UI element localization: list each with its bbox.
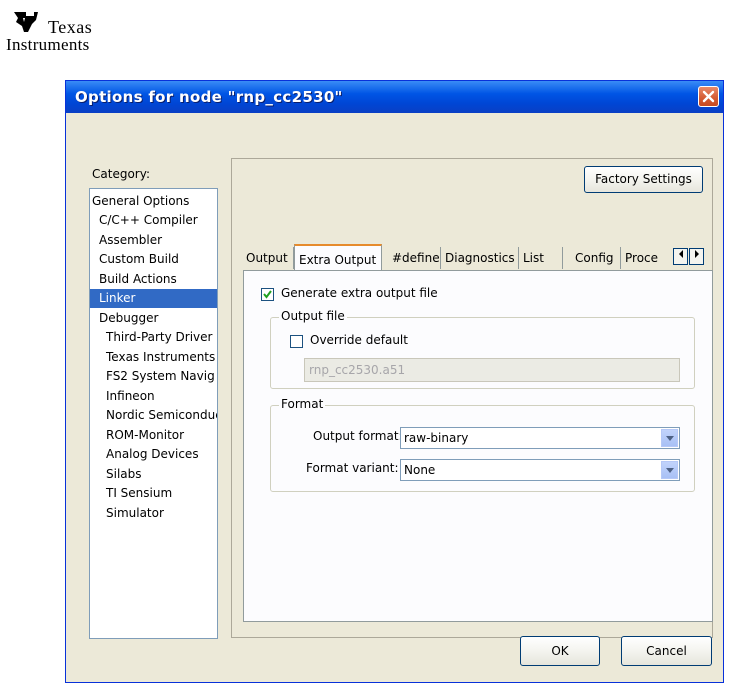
tab-diagnostics[interactable]: Diagnostics <box>441 247 519 269</box>
category-build-actions[interactable]: Build Actions <box>99 270 177 289</box>
logo-line-2: Instruments <box>6 35 90 54</box>
output-file-group-title: Output file <box>279 309 347 323</box>
category-third-party-driver[interactable]: Third-Party Driver <box>106 328 212 347</box>
dialog-title: Options for node "rnp_cc2530" <box>75 88 343 106</box>
chevron-down-icon <box>666 436 674 441</box>
arrow-right-icon <box>694 250 699 258</box>
category-c-compiler[interactable]: C/C++ Compiler <box>99 211 198 230</box>
tab-output[interactable]: Output <box>242 247 294 269</box>
category-analog-devices[interactable]: Analog Devices <box>106 445 199 464</box>
generate-extra-output-checkbox[interactable] <box>261 288 274 301</box>
category-list[interactable]: General Options C/C++ Compiler Assembler… <box>89 188 218 639</box>
close-button[interactable] <box>698 86 719 107</box>
category-texas-instruments[interactable]: Texas Instruments <box>106 348 215 367</box>
override-default-label[interactable]: Override default <box>310 333 408 347</box>
options-dialog: Options for node "rnp_cc2530" Category: … <box>65 80 724 683</box>
factory-settings-button[interactable]: Factory Settings <box>584 166 703 193</box>
format-group: Format Output format: raw-binary Format … <box>270 397 695 492</box>
ok-button[interactable]: OK <box>520 636 600 666</box>
close-icon <box>702 90 715 103</box>
tab-scroll-left-button[interactable] <box>673 248 688 265</box>
arrow-left-icon <box>678 250 683 258</box>
output-filename-field[interactable]: rnp_cc2530.a51 <box>304 358 680 382</box>
tab-define[interactable]: #define <box>388 247 441 269</box>
category-linker[interactable]: Linker <box>90 289 217 308</box>
dropdown-arrow-button[interactable] <box>661 461 678 479</box>
output-file-group: Output file Override default rnp_cc2530.… <box>270 309 695 389</box>
dropdown-arrow-button[interactable] <box>661 429 678 447</box>
extra-output-page: Generate extra output file Output file O… <box>243 270 713 622</box>
category-assembler[interactable]: Assembler <box>99 231 162 250</box>
category-nordic-semiconductor[interactable]: Nordic Semiconduc <box>106 406 217 425</box>
category-fs2-system-navigator[interactable]: FS2 System Navig <box>106 367 215 386</box>
category-rom-monitor[interactable]: ROM-Monitor <box>106 426 184 445</box>
category-infineon[interactable]: Infineon <box>106 387 155 406</box>
cancel-button[interactable]: Cancel <box>621 636 712 666</box>
logo-line-1: Texas <box>48 17 93 37</box>
generate-extra-output-label[interactable]: Generate extra output file <box>281 286 438 300</box>
output-format-value: raw-binary <box>404 431 469 445</box>
texas-instruments-logo: Texas Instruments <box>2 8 162 54</box>
chevron-down-icon <box>666 468 674 473</box>
format-variant-select[interactable]: None <box>400 459 680 481</box>
category-label: Category: <box>92 167 150 181</box>
tab-strip: Output #define Diagnostics List Config P… <box>242 244 712 271</box>
dialog-title-bar[interactable]: Options for node "rnp_cc2530" <box>66 81 723 113</box>
category-debugger[interactable]: Debugger <box>99 309 158 328</box>
category-general-options[interactable]: General Options <box>92 192 189 211</box>
category-silabs[interactable]: Silabs <box>106 465 142 484</box>
checkmark-icon <box>263 290 272 299</box>
format-group-title: Format <box>279 397 326 411</box>
tab-extra-output[interactable]: Extra Output <box>294 244 382 270</box>
category-ti-sensium[interactable]: TI Sensium <box>106 484 172 503</box>
format-variant-label: Format variant: <box>306 461 399 475</box>
tab-config[interactable]: Config <box>571 247 621 269</box>
tab-scroll-right-button[interactable] <box>689 248 704 265</box>
format-variant-value: None <box>404 463 436 477</box>
tab-list[interactable]: List <box>519 247 563 269</box>
override-default-checkbox[interactable] <box>290 335 303 348</box>
output-format-label: Output format: <box>313 429 403 443</box>
tab-processor[interactable]: Proce <box>621 247 673 269</box>
category-custom-build[interactable]: Custom Build <box>99 250 179 269</box>
category-simulator[interactable]: Simulator <box>106 504 164 523</box>
output-format-select[interactable]: raw-binary <box>400 427 680 449</box>
